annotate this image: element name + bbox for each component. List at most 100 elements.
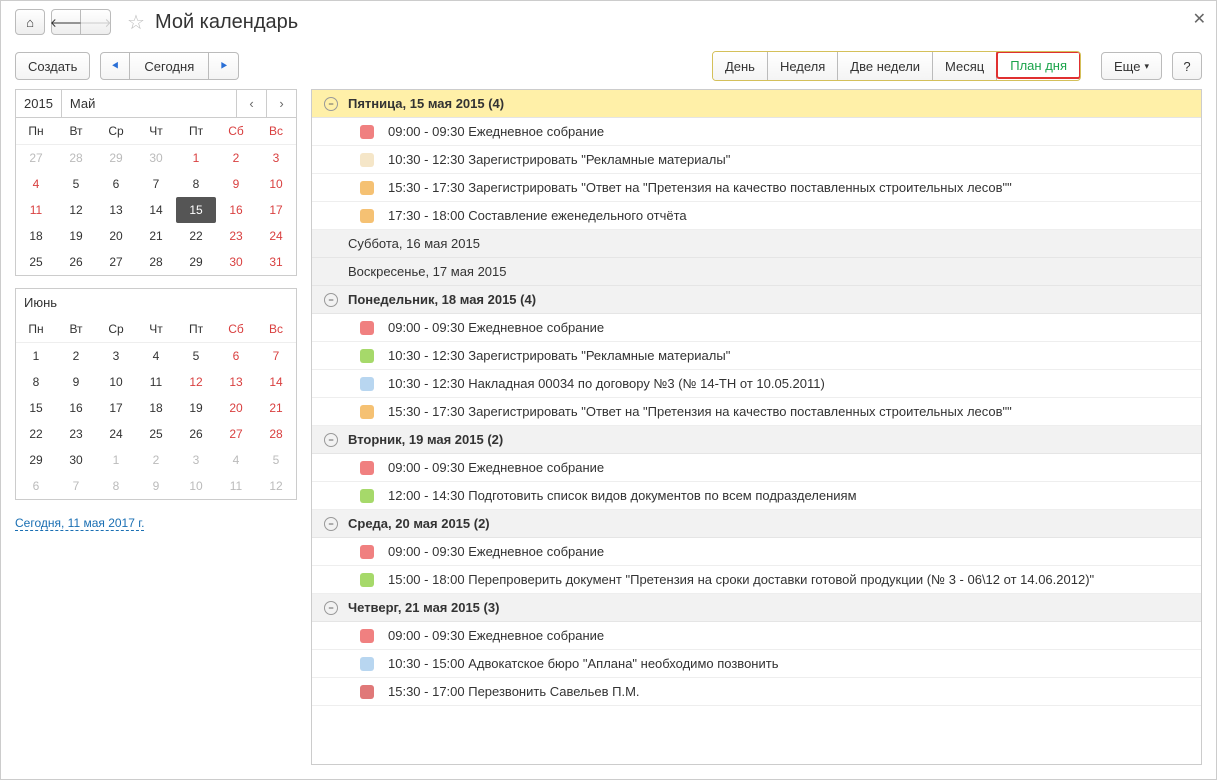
calendar-day[interactable]: 7	[136, 171, 176, 197]
calendar-day[interactable]: 28	[136, 249, 176, 275]
calendar-day[interactable]: 18	[16, 223, 56, 249]
calendar-day[interactable]: 8	[16, 369, 56, 395]
calendar-day[interactable]: 11	[136, 369, 176, 395]
view-week[interactable]: Неделя	[768, 52, 838, 80]
calendar-day[interactable]: 29	[176, 249, 216, 275]
event-row[interactable]: 09:00 - 09:30 Ежедневное собрание	[312, 314, 1201, 342]
minical-next[interactable]: ›	[266, 90, 296, 117]
calendar-day[interactable]: 26	[56, 249, 96, 275]
calendar-day[interactable]: 5	[176, 343, 216, 370]
calendar-day[interactable]: 10	[256, 171, 296, 197]
event-row[interactable]: 09:00 - 09:30 Ежедневное собрание	[312, 622, 1201, 650]
calendar-day[interactable]: 20	[216, 395, 256, 421]
event-row[interactable]: 09:00 - 09:30 Ежедневное собрание	[312, 454, 1201, 482]
calendar-day[interactable]: 22	[176, 223, 216, 249]
calendar-day[interactable]: 18	[136, 395, 176, 421]
day-header[interactable]: −Вторник, 19 мая 2015 (2)	[312, 426, 1201, 454]
calendar-day[interactable]: 20	[96, 223, 136, 249]
calendar-day[interactable]: 4	[16, 171, 56, 197]
calendar-day[interactable]: 25	[136, 421, 176, 447]
calendar-day[interactable]: 23	[216, 223, 256, 249]
calendar-day[interactable]: 21	[136, 223, 176, 249]
calendar-day[interactable]: 8	[176, 171, 216, 197]
next-button[interactable]: ⯈	[209, 52, 239, 80]
calendar-day[interactable]: 1	[176, 145, 216, 172]
calendar-day[interactable]: 4	[136, 343, 176, 370]
calendar-day[interactable]: 7	[56, 473, 96, 499]
close-button[interactable]: ✕	[1193, 9, 1206, 29]
calendar-day[interactable]: 2	[136, 447, 176, 473]
calendar-day[interactable]: 28	[56, 145, 96, 172]
calendar-day[interactable]: 30	[136, 145, 176, 172]
event-row[interactable]: 15:30 - 17:00 Перезвонить Савельев П.М.	[312, 678, 1201, 706]
calendar-day[interactable]: 9	[216, 171, 256, 197]
help-button[interactable]: ?	[1172, 52, 1202, 80]
day-header[interactable]: −Среда, 20 мая 2015 (2)	[312, 510, 1201, 538]
calendar-day[interactable]: 10	[96, 369, 136, 395]
calendar-day[interactable]: 19	[176, 395, 216, 421]
calendar-day[interactable]: 10	[176, 473, 216, 499]
calendar-day[interactable]: 29	[16, 447, 56, 473]
minical-year[interactable]: 2015	[16, 90, 62, 117]
calendar-day[interactable]: 6	[16, 473, 56, 499]
calendar-day[interactable]: 17	[256, 197, 296, 223]
calendar-day[interactable]: 12	[56, 197, 96, 223]
calendar-day[interactable]: 2	[216, 145, 256, 172]
event-row[interactable]: 15:00 - 18:00 Перепроверить документ "Пр…	[312, 566, 1201, 594]
calendar-day[interactable]: 22	[16, 421, 56, 447]
calendar-day[interactable]: 1	[96, 447, 136, 473]
calendar-day[interactable]: 23	[56, 421, 96, 447]
event-row[interactable]: 15:30 - 17:30 Зарегистрировать "Ответ на…	[312, 174, 1201, 202]
calendar-day[interactable]: 27	[216, 421, 256, 447]
day-header[interactable]: −Понедельник, 18 мая 2015 (4)	[312, 286, 1201, 314]
calendar-day[interactable]: 16	[56, 395, 96, 421]
event-row[interactable]: 10:30 - 15:00 Адвокатское бюро "Аплана" …	[312, 650, 1201, 678]
view-day-plan[interactable]: План дня	[996, 51, 1081, 79]
home-button[interactable]: ⌂	[15, 9, 45, 35]
day-header[interactable]: −Четверг, 21 мая 2015 (3)	[312, 594, 1201, 622]
calendar-day[interactable]: 17	[96, 395, 136, 421]
calendar-day[interactable]: 3	[96, 343, 136, 370]
calendar-day[interactable]: 12	[176, 369, 216, 395]
event-row[interactable]: 15:30 - 17:30 Зарегистрировать "Ответ на…	[312, 398, 1201, 426]
calendar-day[interactable]: 13	[96, 197, 136, 223]
calendar-day[interactable]: 11	[216, 473, 256, 499]
event-row[interactable]: 09:00 - 09:30 Ежедневное собрание	[312, 538, 1201, 566]
calendar-day[interactable]: 13	[216, 369, 256, 395]
day-header[interactable]: Суббота, 16 мая 2015	[312, 230, 1201, 258]
calendar-day[interactable]: 24	[256, 223, 296, 249]
calendar-day[interactable]: 9	[56, 369, 96, 395]
calendar-day[interactable]: 30	[216, 249, 256, 275]
calendar-day[interactable]: 4	[216, 447, 256, 473]
calendar-day[interactable]: 28	[256, 421, 296, 447]
calendar-day[interactable]: 12	[256, 473, 296, 499]
minical-prev[interactable]: ‹	[236, 90, 266, 117]
view-two-weeks[interactable]: Две недели	[838, 52, 933, 80]
minical-month[interactable]: Май	[62, 90, 236, 117]
calendar-day[interactable]: 26	[176, 421, 216, 447]
calendar-day[interactable]: 8	[96, 473, 136, 499]
prev-button[interactable]: ⯇	[100, 52, 130, 80]
event-row[interactable]: 17:30 - 18:00 Составление еженедельного …	[312, 202, 1201, 230]
calendar-day[interactable]: 16	[216, 197, 256, 223]
day-header[interactable]: −Пятница, 15 мая 2015 (4)	[312, 90, 1201, 118]
calendar-day[interactable]: 1	[16, 343, 56, 370]
calendar-day[interactable]: 5	[256, 447, 296, 473]
calendar-day[interactable]: 6	[216, 343, 256, 370]
calendar-day[interactable]: 25	[16, 249, 56, 275]
calendar-day[interactable]: 9	[136, 473, 176, 499]
today-link[interactable]: Сегодня, 11 мая 2017 г.	[15, 516, 144, 531]
calendar-day[interactable]: 7	[256, 343, 296, 370]
star-icon[interactable]: ☆	[127, 10, 145, 35]
calendar-day[interactable]: 27	[16, 145, 56, 172]
calendar-day[interactable]: 2	[56, 343, 96, 370]
calendar-day[interactable]: 5	[56, 171, 96, 197]
view-day[interactable]: День	[713, 52, 768, 80]
calendar-day[interactable]: 6	[96, 171, 136, 197]
event-row[interactable]: 12:00 - 14:30 Подготовить список видов д…	[312, 482, 1201, 510]
event-row[interactable]: 10:30 - 12:30 Накладная 00034 по договор…	[312, 370, 1201, 398]
day-header[interactable]: Воскресенье, 17 мая 2015	[312, 258, 1201, 286]
calendar-day[interactable]: 29	[96, 145, 136, 172]
calendar-day[interactable]: 15	[176, 197, 216, 223]
calendar-day[interactable]: 11	[16, 197, 56, 223]
